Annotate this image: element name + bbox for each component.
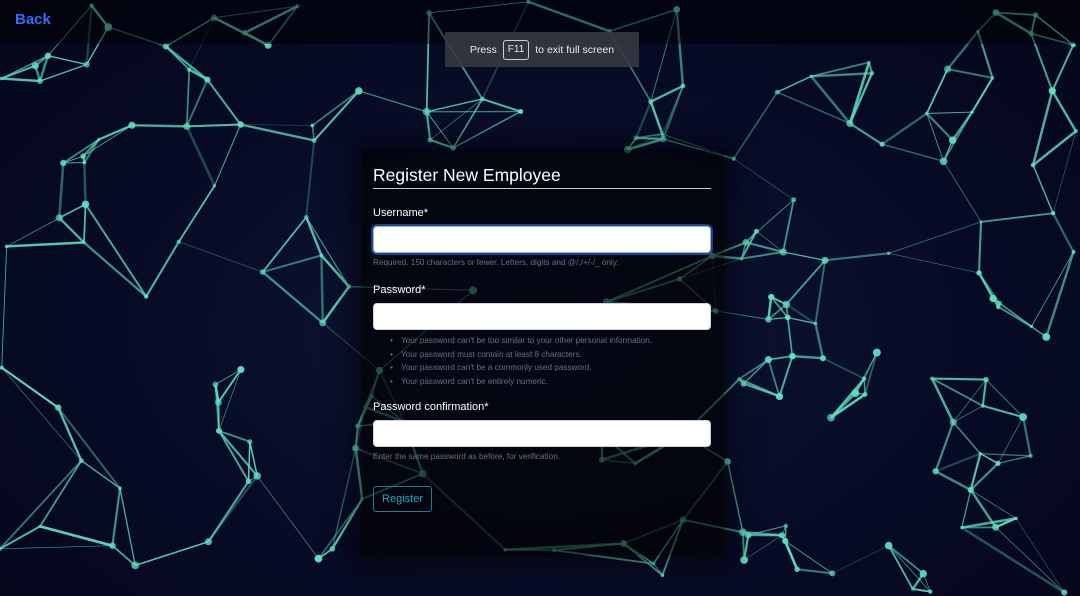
fullscreen-notice: Press F11 to exit full screen xyxy=(445,32,639,67)
username-help-text: Required. 150 characters or fewer. Lette… xyxy=(373,258,619,267)
password-help-item: Your password can't be too similar to yo… xyxy=(390,334,710,348)
username-label: Username* xyxy=(373,207,429,219)
fullscreen-notice-suffix: to exit full screen xyxy=(535,43,615,56)
password-confirmation-label: Password confirmation* xyxy=(373,401,489,413)
f11-key-badge: F11 xyxy=(502,39,530,60)
register-button[interactable]: Register xyxy=(373,486,432,512)
password-input[interactable] xyxy=(373,303,711,330)
form-title: Register New Employee xyxy=(373,165,711,189)
back-link[interactable]: Back xyxy=(15,11,51,28)
password-confirmation-input[interactable] xyxy=(373,420,711,447)
password-label: Password* xyxy=(373,284,426,296)
password-help-item: Your password must contain at least 8 ch… xyxy=(390,348,710,362)
fullscreen-notice-prefix: Press xyxy=(469,43,497,56)
password-help-list: Your password can't be too similar to yo… xyxy=(390,334,710,388)
page-background: Back Press F11 to exit full screen Regis… xyxy=(0,0,1080,596)
password-help-item: Your password can't be entirely numeric. xyxy=(390,375,710,389)
password-help-item: Your password can't be a commonly used p… xyxy=(390,361,710,375)
register-form-card: Register New Employee Username* Required… xyxy=(362,150,724,555)
username-input[interactable] xyxy=(373,226,711,253)
password-confirmation-help-text: Enter the same password as before, for v… xyxy=(373,452,561,461)
